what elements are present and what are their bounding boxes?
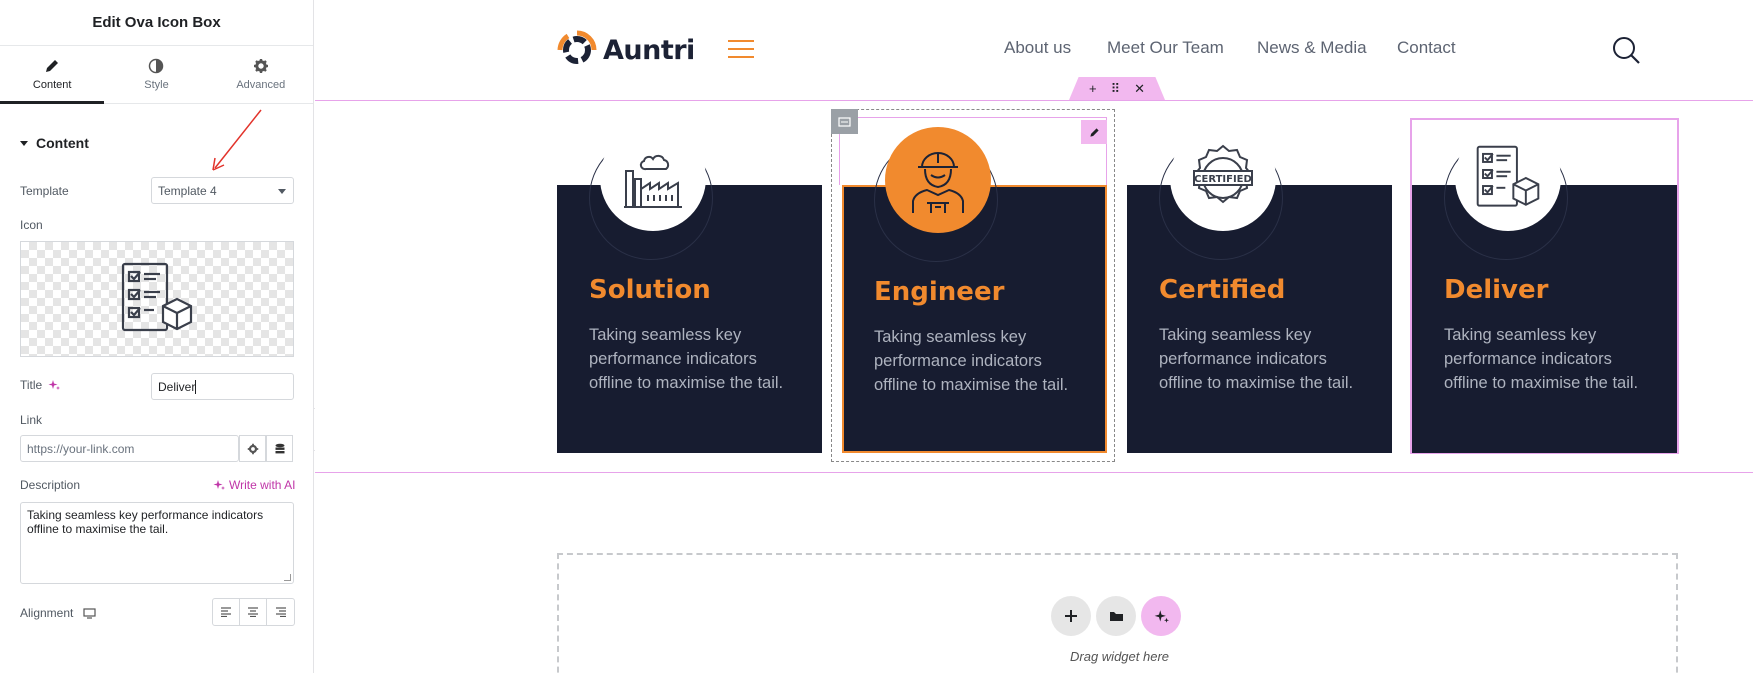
title-input[interactable]: Deliver [151, 373, 294, 400]
gear-icon [247, 443, 258, 454]
section-title: Content [36, 135, 89, 151]
icon-circle [1455, 125, 1561, 231]
icon-circle: CERTIFIED [1170, 125, 1276, 231]
title-input-value: Deliver [158, 379, 196, 394]
align-center-button[interactable] [240, 599, 267, 625]
card-description: Taking seamless key performance indicato… [1159, 326, 1354, 392]
card-description: Taking seamless key performance indicato… [1444, 326, 1639, 392]
panel-tabs: Content Style Advanced [0, 46, 313, 104]
card-title: Engineer [874, 277, 1005, 307]
chevron-down-icon [278, 189, 286, 194]
link-placeholder: https://your-link.com [27, 441, 135, 456]
title-label-row: Title [20, 378, 61, 392]
caret-down-icon [20, 140, 28, 146]
write-with-ai-label: Write with AI [229, 478, 296, 492]
description-value: Taking seamless key performance indicato… [27, 508, 264, 536]
folder-icon [1109, 612, 1123, 621]
alignment-control [212, 598, 295, 626]
icon-box-engineer[interactable]: Engineer Taking seamless key performance… [842, 127, 1107, 453]
nav-about-us[interactable]: About us [1004, 38, 1071, 58]
tab-style[interactable]: Style [104, 46, 208, 103]
template-select[interactable]: Template 4 [151, 177, 294, 204]
widget-type-badge[interactable] [831, 109, 858, 134]
pencil-icon [46, 60, 59, 72]
desktop-icon[interactable] [83, 607, 96, 619]
description-label: Description [20, 478, 81, 492]
edit-widget-button[interactable] [1081, 120, 1107, 144]
editor-panel: Edit Ova Icon Box Content Style Advanced… [0, 0, 314, 673]
icon-box-deliver[interactable]: Deliver Taking seamless key performance … [1412, 125, 1677, 453]
engineer-icon [912, 152, 964, 213]
checklist-box-icon [121, 262, 193, 332]
nav-contact[interactable]: Contact [1397, 38, 1456, 58]
tab-content[interactable]: Content [0, 46, 105, 104]
drop-zone-label: Drag widget here [1070, 649, 1169, 664]
template-label: Template [20, 184, 69, 198]
description-textarea[interactable]: Taking seamless key performance indicato… [20, 502, 294, 584]
template-value: Template 4 [158, 183, 217, 198]
nav-meet-our-team[interactable]: Meet Our Team [1107, 38, 1224, 58]
pencil-icon [1089, 127, 1099, 137]
contrast-icon [149, 58, 164, 74]
panel-title: Edit Ova Icon Box [0, 0, 313, 46]
ai-sparkle-icon [1154, 609, 1169, 623]
tab-content-label: Content [32, 79, 72, 91]
icon-picker[interactable] [20, 241, 294, 357]
tab-style-label: Style [144, 79, 169, 91]
align-left-icon [221, 607, 231, 617]
site-logo[interactable]: Auntri [557, 30, 695, 70]
align-center-icon [248, 607, 258, 617]
certified-badge-icon: CERTIFIED [1193, 144, 1253, 204]
tab-advanced[interactable]: Advanced [209, 46, 313, 103]
nav-news-media[interactable]: News & Media [1257, 38, 1367, 58]
checklist-box-icon [1476, 145, 1540, 207]
add-section-icon[interactable]: + [1089, 81, 1097, 96]
resize-handle-icon[interactable] [284, 574, 291, 581]
svg-text:CERTIFIED: CERTIFIED [1194, 174, 1252, 185]
factory-icon [624, 154, 682, 208]
icon-label: Icon [20, 218, 43, 232]
align-right-icon [275, 607, 286, 617]
icon-box-solution[interactable]: Solution Taking seamless key performance… [557, 125, 822, 453]
write-with-ai-link[interactable]: Write with AI [213, 478, 295, 492]
card-title: Deliver [1444, 275, 1549, 305]
red-arrow-annotation [212, 109, 262, 171]
section-handle: + ⠿ ✕ [1069, 77, 1165, 100]
add-section-button[interactable] [1051, 596, 1091, 636]
ai-sparkle-icon [213, 480, 225, 490]
gear-logo-icon [557, 30, 597, 64]
title-label: Title [20, 378, 43, 392]
database-icon [275, 443, 284, 453]
drag-handle-icon[interactable]: ⠿ [1111, 81, 1121, 97]
align-left-button[interactable] [213, 599, 240, 625]
text-cursor [195, 379, 197, 394]
dynamic-tags-button[interactable] [266, 435, 293, 462]
card-title: Certified [1159, 275, 1286, 305]
add-template-button[interactable] [1096, 596, 1136, 636]
gear-icon [253, 59, 268, 73]
widget-icon [838, 116, 851, 127]
ai-generate-button[interactable] [1141, 596, 1181, 636]
search-icon[interactable] [1611, 35, 1641, 65]
ai-sparkle-icon[interactable] [48, 379, 61, 391]
align-right-button[interactable] [267, 599, 294, 625]
icon-circle [885, 127, 991, 233]
alignment-label: Alignment [20, 606, 74, 620]
logo-text: Auntri [603, 34, 695, 66]
hamburger-menu-icon[interactable] [728, 40, 754, 64]
link-input[interactable]: https://your-link.com [20, 435, 239, 462]
link-label: Link [20, 413, 43, 427]
plus-icon [1065, 610, 1077, 622]
close-icon[interactable]: ✕ [1134, 81, 1145, 97]
card-description: Taking seamless key performance indicato… [874, 328, 1069, 394]
link-options-button[interactable] [239, 435, 266, 462]
icon-circle [600, 125, 706, 231]
tab-advanced-label: Advanced [236, 79, 286, 91]
card-title: Solution [589, 275, 711, 305]
section-content-toggle[interactable]: Content [20, 135, 89, 151]
icon-box-certified[interactable]: CERTIFIED Certified Taking seamless key … [1127, 125, 1392, 453]
alignment-label-row: Alignment [20, 606, 96, 620]
card-description: Taking seamless key performance indicato… [589, 326, 784, 392]
